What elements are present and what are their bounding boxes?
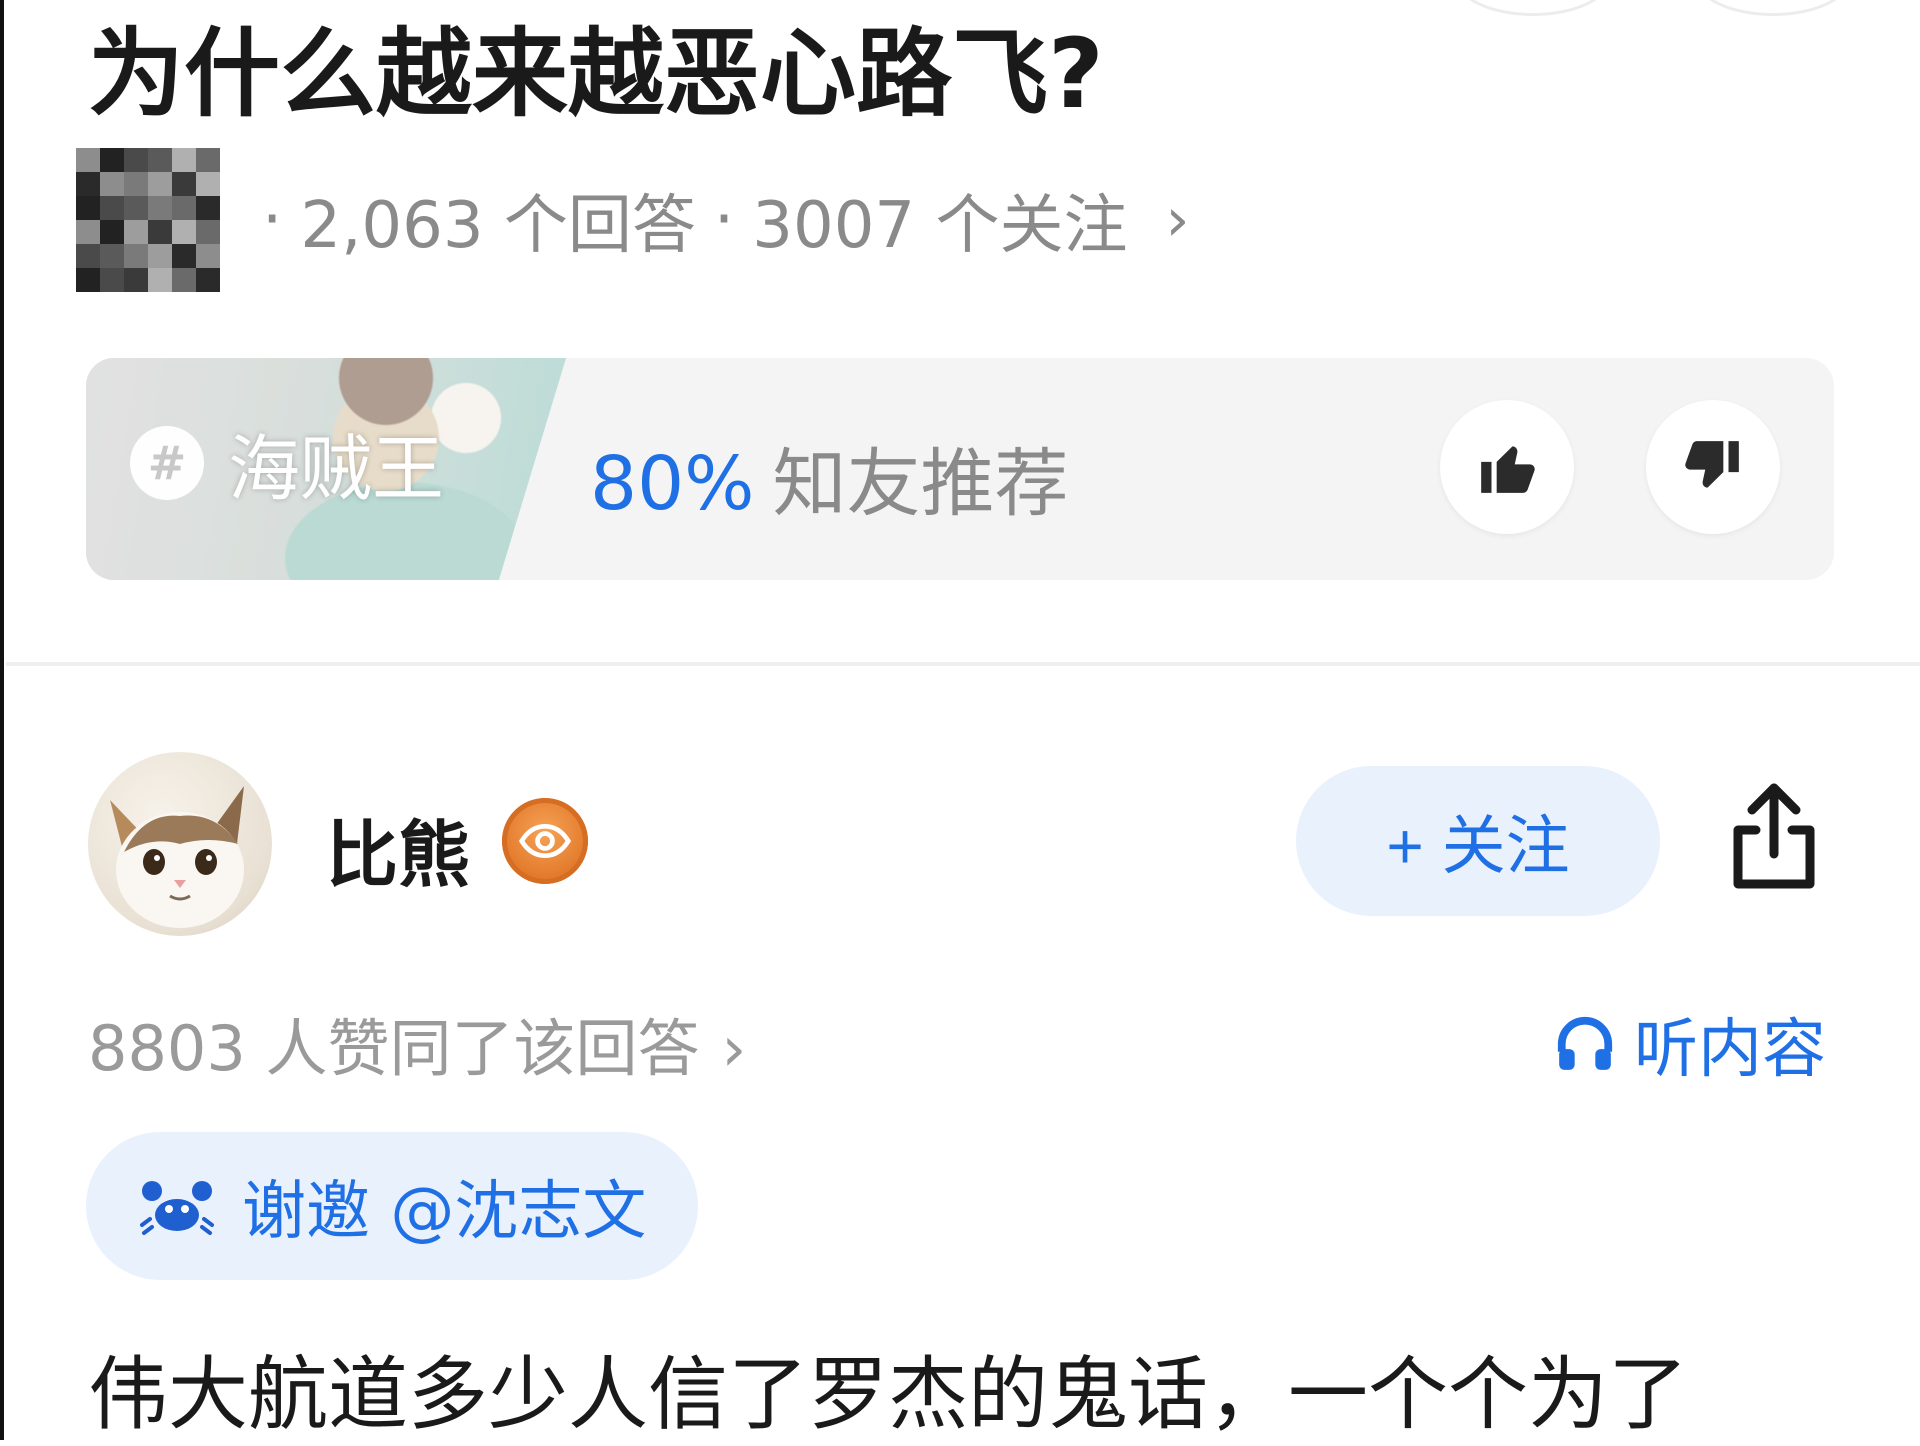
- agree-count-link[interactable]: 8803 人赞同了该回答 ›: [88, 998, 746, 1088]
- question-title[interactable]: 为什么越来越恶心路飞?: [88, 21, 1104, 128]
- invite-label: 谢邀 @沈志文: [242, 1175, 647, 1249]
- eye-icon: [518, 823, 572, 859]
- author-name[interactable]: 比熊: [326, 796, 470, 901]
- thumbs-down-icon: [1685, 441, 1739, 488]
- separator-dot: ·: [262, 183, 283, 257]
- share-button[interactable]: [1722, 780, 1826, 896]
- header-button-outline: [1695, 0, 1851, 16]
- follow-button[interactable]: + 关注: [1296, 766, 1660, 916]
- topic-recommend-card[interactable]: # 海贼王 80% 知友推荐: [86, 358, 1834, 580]
- upvote-button[interactable]: [1440, 400, 1574, 534]
- share-icon: [1733, 783, 1815, 889]
- hashtag-icon: #: [130, 425, 204, 500]
- agree-count: 8803 人赞同了该回答: [88, 1012, 700, 1085]
- recommend-stat: 80% 知友推荐: [590, 424, 1068, 531]
- question-stats[interactable]: · 2,063 个回答 · 3007 个关注 ›: [244, 174, 1189, 266]
- headphones-icon: [1557, 1016, 1613, 1070]
- section-divider: [6, 662, 1920, 666]
- listen-label: 听内容: [1634, 1013, 1826, 1087]
- invite-tag[interactable]: 谢邀 @沈志文: [86, 1132, 698, 1280]
- recommend-percent: 80%: [590, 441, 755, 527]
- thumbs-up-icon: [1481, 446, 1535, 493]
- listen-button[interactable]: 听内容: [1554, 998, 1826, 1090]
- question-meta[interactable]: · 2,063 个回答 · 3007 个关注 ›: [76, 148, 1189, 292]
- follower-count: 3007 个关注: [752, 189, 1128, 263]
- downvote-button[interactable]: [1646, 400, 1780, 534]
- crab-icon: [140, 1181, 214, 1235]
- eye-badge-icon[interactable]: [502, 798, 588, 884]
- topic-tag[interactable]: # 海贼王: [130, 410, 444, 515]
- recommend-label: 知友推荐: [772, 441, 1069, 527]
- separator-dot: ·: [713, 183, 735, 257]
- topic-name: 海贼王: [228, 427, 445, 511]
- cat-avatar-image: [110, 786, 244, 928]
- answer-count: 2,063 个回答: [300, 189, 696, 263]
- asker-avatar-pixelated: [76, 148, 220, 292]
- chevron-right-icon: ›: [721, 1012, 747, 1085]
- header-button-outline: [1455, 0, 1611, 16]
- screen-edge: [0, 0, 4, 1440]
- chevron-right-icon: ›: [1165, 185, 1190, 255]
- author-avatar[interactable]: [88, 752, 272, 936]
- answer-content[interactable]: 伟大航道多少人信了罗杰的鬼话，一个个为了: [88, 1330, 1688, 1446]
